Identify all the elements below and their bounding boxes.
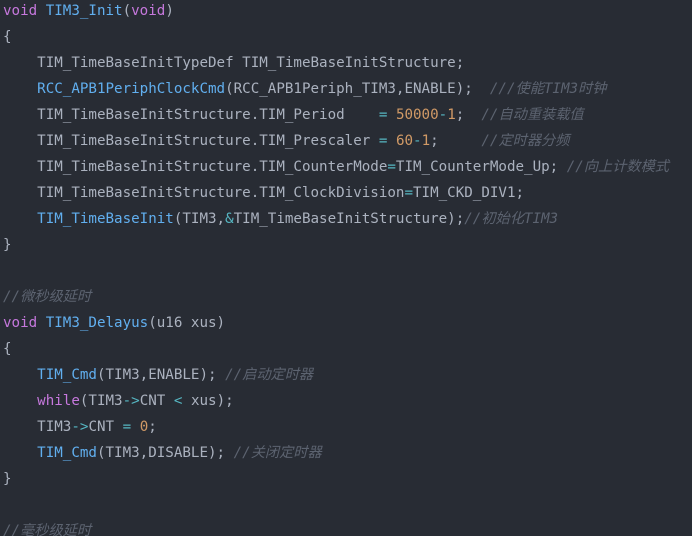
code-comment: ///使能TIM3时钟 (489, 81, 607, 97)
code-token: ( (122, 3, 132, 19)
code-token: TIM_TimeBaseInitStructure.TIM_Period (3, 107, 379, 123)
code-token: -> (122, 393, 140, 409)
code-token: 0 (139, 419, 149, 435)
code-token: CNT (88, 419, 123, 435)
code-token: CNT (139, 393, 174, 409)
code-comment: //向上计数模式 (566, 159, 669, 175)
code-line[interactable]: TIM_TimeBaseInitStructure.TIM_Period = 5… (3, 104, 692, 130)
code-token: (TIM3,DISABLE); (96, 445, 234, 461)
code-line[interactable]: TIM_TimeBaseInitStructure.TIM_ClockDivis… (3, 182, 692, 208)
code-token: TIM_Cmd (37, 367, 97, 383)
code-token: ; (148, 419, 157, 435)
code-token: TIM_TimeBaseInit (37, 211, 174, 227)
code-token: - (413, 133, 422, 149)
code-token: TIM_TimeBaseInitStructure); (233, 211, 465, 227)
code-token: void (3, 3, 38, 19)
code-token: TIM_TimeBaseInitStructure.TIM_Prescaler (3, 133, 379, 149)
code-editor[interactable]: void TIM3_Init(void){ TIM_TimeBaseInitTy… (0, 0, 692, 536)
code-line[interactable]: } (3, 468, 692, 494)
code-token: ; (455, 107, 482, 123)
code-token: -> (71, 419, 89, 435)
code-comment: //定时器分频 (481, 133, 570, 149)
code-token: TIM_CounterMode_Up; (395, 159, 567, 175)
code-line[interactable]: //毫秒级延时 (3, 520, 692, 536)
code-comment: //微秒级延时 (3, 289, 92, 305)
code-token: = (387, 159, 396, 175)
code-token: } (3, 237, 12, 253)
code-token: = (404, 185, 414, 201)
code-line[interactable]: TIM_TimeBaseInit(TIM3,&TIM_TimeBaseInitS… (3, 208, 692, 234)
code-line[interactable]: void TIM3_Delayus(u16 xus) (3, 312, 692, 338)
code-line[interactable]: void TIM3_Init(void) (3, 0, 692, 26)
code-token: (TIM3,ENABLE); (96, 367, 226, 383)
code-line[interactable]: TIM_TimeBaseInitStructure.TIM_Prescaler … (3, 130, 692, 156)
code-comment: //自动重装载值 (481, 107, 584, 123)
code-token: TIM3_Delayus (45, 315, 149, 331)
code-line[interactable]: TIM_TimeBaseInitTypeDef TIM_TimeBaseInit… (3, 52, 692, 78)
code-token: 50000 (395, 107, 439, 123)
code-token: TIM_TimeBaseInitTypeDef TIM_TimeBaseInit… (3, 55, 465, 71)
code-token: (TIM3 (79, 393, 123, 409)
code-token: { (3, 341, 12, 357)
code-line[interactable]: TIM_TimeBaseInitStructure.TIM_CounterMod… (3, 156, 692, 182)
code-comment: //毫秒级延时 (3, 523, 92, 536)
code-token: ) (165, 3, 174, 19)
code-token: TIM_Cmd (37, 445, 97, 461)
code-token: xus); (182, 393, 234, 409)
code-token: (RCC_APB1Periph_TIM3,ENABLE); (225, 81, 490, 97)
code-token: TIM_TimeBaseInitStructure.TIM_CounterMod… (3, 159, 388, 175)
code-token: & (225, 211, 234, 227)
code-token: 60 (395, 133, 414, 149)
code-line[interactable]: } (3, 234, 692, 260)
code-line[interactable] (3, 260, 692, 286)
code-line[interactable]: //微秒级延时 (3, 286, 692, 312)
code-token: TIM3 (3, 419, 72, 435)
code-line[interactable]: RCC_APB1PeriphClockCmd(RCC_APB1Periph_TI… (3, 78, 692, 104)
code-line[interactable] (3, 494, 692, 520)
code-token: 1 (447, 107, 456, 123)
code-block[interactable]: void TIM3_Init(void){ TIM_TimeBaseInitTy… (3, 0, 692, 536)
code-token: TIM_TimeBaseInitStructure.TIM_ClockDivis… (3, 185, 405, 201)
code-token: } (3, 471, 12, 487)
code-token: - (438, 107, 448, 123)
code-line[interactable]: while(TIM3->CNT < xus); (3, 390, 692, 416)
code-token: 1 (421, 133, 431, 149)
code-line[interactable]: TIM_Cmd(TIM3,ENABLE); //启动定时器 (3, 364, 692, 390)
code-token: void (3, 315, 38, 331)
code-line[interactable]: { (3, 338, 692, 364)
code-token: RCC_APB1PeriphClockCmd (37, 81, 226, 97)
code-token: TIM3_Init (45, 3, 123, 19)
code-line[interactable]: TIM_Cmd(TIM3,DISABLE); //关闭定时器 (3, 442, 692, 468)
code-token: { (3, 29, 12, 45)
code-token: void (131, 3, 166, 19)
code-line[interactable]: TIM3->CNT = 0; (3, 416, 692, 442)
code-token: TIM_CKD_DIV1; (413, 185, 525, 201)
code-comment: //初始化TIM3 (464, 211, 559, 227)
code-token: = (122, 419, 132, 435)
code-token: while (37, 393, 80, 409)
code-token: (TIM3, (173, 211, 226, 227)
code-token: (u16 xus) (148, 315, 226, 331)
code-line[interactable]: { (3, 26, 692, 52)
code-token: ; (430, 133, 482, 149)
code-comment: //启动定时器 (225, 367, 314, 383)
code-comment: //关闭定时器 (233, 445, 322, 461)
